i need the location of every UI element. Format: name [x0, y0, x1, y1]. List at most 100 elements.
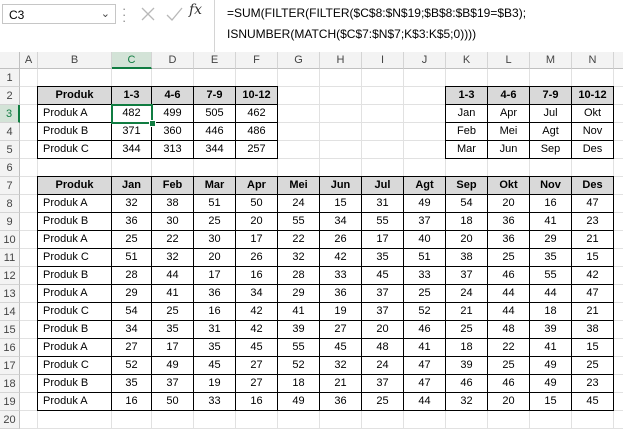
sales-product-label[interactable]: Produk B [37, 266, 112, 285]
summary-value-cell[interactable]: 371 [111, 122, 152, 141]
summary-value-cell[interactable]: 360 [151, 122, 194, 141]
sales-value-cell[interactable]: 55 [361, 212, 404, 231]
sales-value-cell[interactable]: 23 [571, 374, 614, 393]
column-header-b[interactable]: B [38, 52, 112, 69]
sales-product-label[interactable]: Produk B [37, 212, 112, 231]
sales-value-cell[interactable]: 28 [111, 266, 152, 285]
column-header-a[interactable]: A [20, 52, 38, 69]
summary-value-cell[interactable]: 499 [151, 104, 194, 123]
sales-value-cell[interactable]: 15 [571, 338, 614, 357]
sales-value-cell[interactable]: 24 [277, 194, 320, 213]
sales-value-cell[interactable]: 25 [111, 230, 152, 249]
summary-header-cell[interactable]: 1-3 [111, 86, 152, 105]
name-box[interactable]: C3 ⌄ [2, 4, 116, 24]
sales-value-cell[interactable]: 52 [277, 356, 320, 375]
sales-value-cell[interactable]: 20 [235, 212, 278, 231]
sales-product-label[interactable]: Produk A [37, 392, 112, 411]
sales-value-cell[interactable]: 46 [487, 266, 530, 285]
sales-value-cell[interactable]: 34 [319, 212, 362, 231]
quarter-month-cell[interactable]: Nov [571, 122, 614, 141]
sales-value-cell[interactable]: 37 [361, 284, 404, 303]
summary-value-cell[interactable]: 313 [151, 140, 194, 159]
sales-value-cell[interactable]: 49 [529, 374, 572, 393]
sales-value-cell[interactable]: 39 [445, 356, 488, 375]
sales-value-cell[interactable]: 44 [487, 302, 530, 321]
sales-value-cell[interactable]: 27 [111, 338, 152, 357]
more-options-icon[interactable]: · · · [122, 2, 126, 27]
sales-header-cell[interactable]: Jun [319, 176, 362, 195]
sales-value-cell[interactable]: 17 [193, 266, 236, 285]
sales-header-cell[interactable]: Feb [151, 176, 194, 195]
sales-value-cell[interactable]: 19 [193, 374, 236, 393]
sales-value-cell[interactable]: 45 [193, 356, 236, 375]
sales-value-cell[interactable]: 35 [193, 338, 236, 357]
sales-value-cell[interactable]: 15 [319, 194, 362, 213]
chevron-down-icon[interactable]: ⌄ [101, 7, 110, 20]
sales-value-cell[interactable]: 21 [445, 302, 488, 321]
sales-value-cell[interactable]: 18 [529, 302, 572, 321]
sales-value-cell[interactable]: 36 [111, 212, 152, 231]
sales-value-cell[interactable]: 29 [277, 284, 320, 303]
summary-value-cell[interactable]: 446 [193, 122, 236, 141]
quarter-header-cell[interactable]: 10-12 [571, 86, 614, 105]
summary-value-cell[interactable]: 462 [235, 104, 278, 123]
sales-value-cell[interactable]: 52 [111, 356, 152, 375]
sales-value-cell[interactable]: 47 [403, 356, 446, 375]
sales-value-cell[interactable]: 33 [403, 266, 446, 285]
column-header-i[interactable]: I [362, 52, 404, 69]
quarter-month-cell[interactable]: Okt [571, 104, 614, 123]
sales-value-cell[interactable]: 47 [571, 284, 614, 303]
sales-product-label[interactable]: Produk C [37, 248, 112, 267]
row-header-3[interactable]: 3 [0, 105, 20, 123]
sales-value-cell[interactable]: 55 [277, 338, 320, 357]
sales-value-cell[interactable]: 27 [319, 320, 362, 339]
column-header-h[interactable]: H [320, 52, 362, 69]
sales-value-cell[interactable]: 17 [361, 230, 404, 249]
sales-value-cell[interactable]: 22 [277, 230, 320, 249]
sales-product-label[interactable]: Produk A [37, 194, 112, 213]
sales-value-cell[interactable]: 24 [361, 356, 404, 375]
sales-value-cell[interactable]: 50 [151, 392, 194, 411]
sales-value-cell[interactable]: 31 [361, 194, 404, 213]
sales-value-cell[interactable]: 36 [319, 284, 362, 303]
quarter-month-cell[interactable]: Apr [487, 104, 530, 123]
quarter-month-cell[interactable]: Jan [445, 104, 488, 123]
sales-value-cell[interactable]: 52 [403, 302, 446, 321]
sales-header-cell[interactable]: Apr [235, 176, 278, 195]
sales-value-cell[interactable]: 28 [277, 266, 320, 285]
quarter-header-cell[interactable]: 4-6 [487, 86, 530, 105]
sales-value-cell[interactable]: 44 [151, 266, 194, 285]
sales-value-cell[interactable]: 41 [403, 338, 446, 357]
quarter-month-cell[interactable]: Feb [445, 122, 488, 141]
sales-value-cell[interactable]: 27 [235, 374, 278, 393]
sales-value-cell[interactable]: 51 [403, 248, 446, 267]
sales-value-cell[interactable]: 41 [529, 212, 572, 231]
sales-value-cell[interactable]: 32 [151, 248, 194, 267]
sales-header-cell[interactable]: Okt [487, 176, 530, 195]
row-header-18[interactable]: 18 [0, 375, 20, 393]
column-header-k[interactable]: K [446, 52, 488, 69]
sales-value-cell[interactable]: 20 [487, 392, 530, 411]
row-header-4[interactable]: 4 [0, 123, 20, 141]
sales-value-cell[interactable]: 38 [571, 320, 614, 339]
column-header-c[interactable]: C [112, 52, 152, 69]
sales-value-cell[interactable]: 21 [571, 302, 614, 321]
row-header-5[interactable]: 5 [0, 141, 20, 159]
sales-value-cell[interactable]: 55 [277, 212, 320, 231]
sales-value-cell[interactable]: 30 [193, 230, 236, 249]
sales-value-cell[interactable]: 40 [403, 230, 446, 249]
sales-value-cell[interactable]: 16 [193, 302, 236, 321]
sales-value-cell[interactable]: 17 [235, 230, 278, 249]
sales-value-cell[interactable]: 45 [235, 338, 278, 357]
sales-value-cell[interactable]: 37 [361, 374, 404, 393]
column-header-l[interactable]: L [488, 52, 530, 69]
sales-value-cell[interactable]: 38 [445, 248, 488, 267]
sales-value-cell[interactable]: 50 [235, 194, 278, 213]
sales-product-label[interactable]: Produk C [37, 356, 112, 375]
sales-value-cell[interactable]: 20 [445, 230, 488, 249]
sales-value-cell[interactable]: 22 [151, 230, 194, 249]
summary-value-cell[interactable]: 482 [111, 104, 152, 123]
sales-value-cell[interactable]: 49 [277, 392, 320, 411]
quarter-month-cell[interactable]: Mar [445, 140, 488, 159]
sales-value-cell[interactable]: 44 [487, 284, 530, 303]
